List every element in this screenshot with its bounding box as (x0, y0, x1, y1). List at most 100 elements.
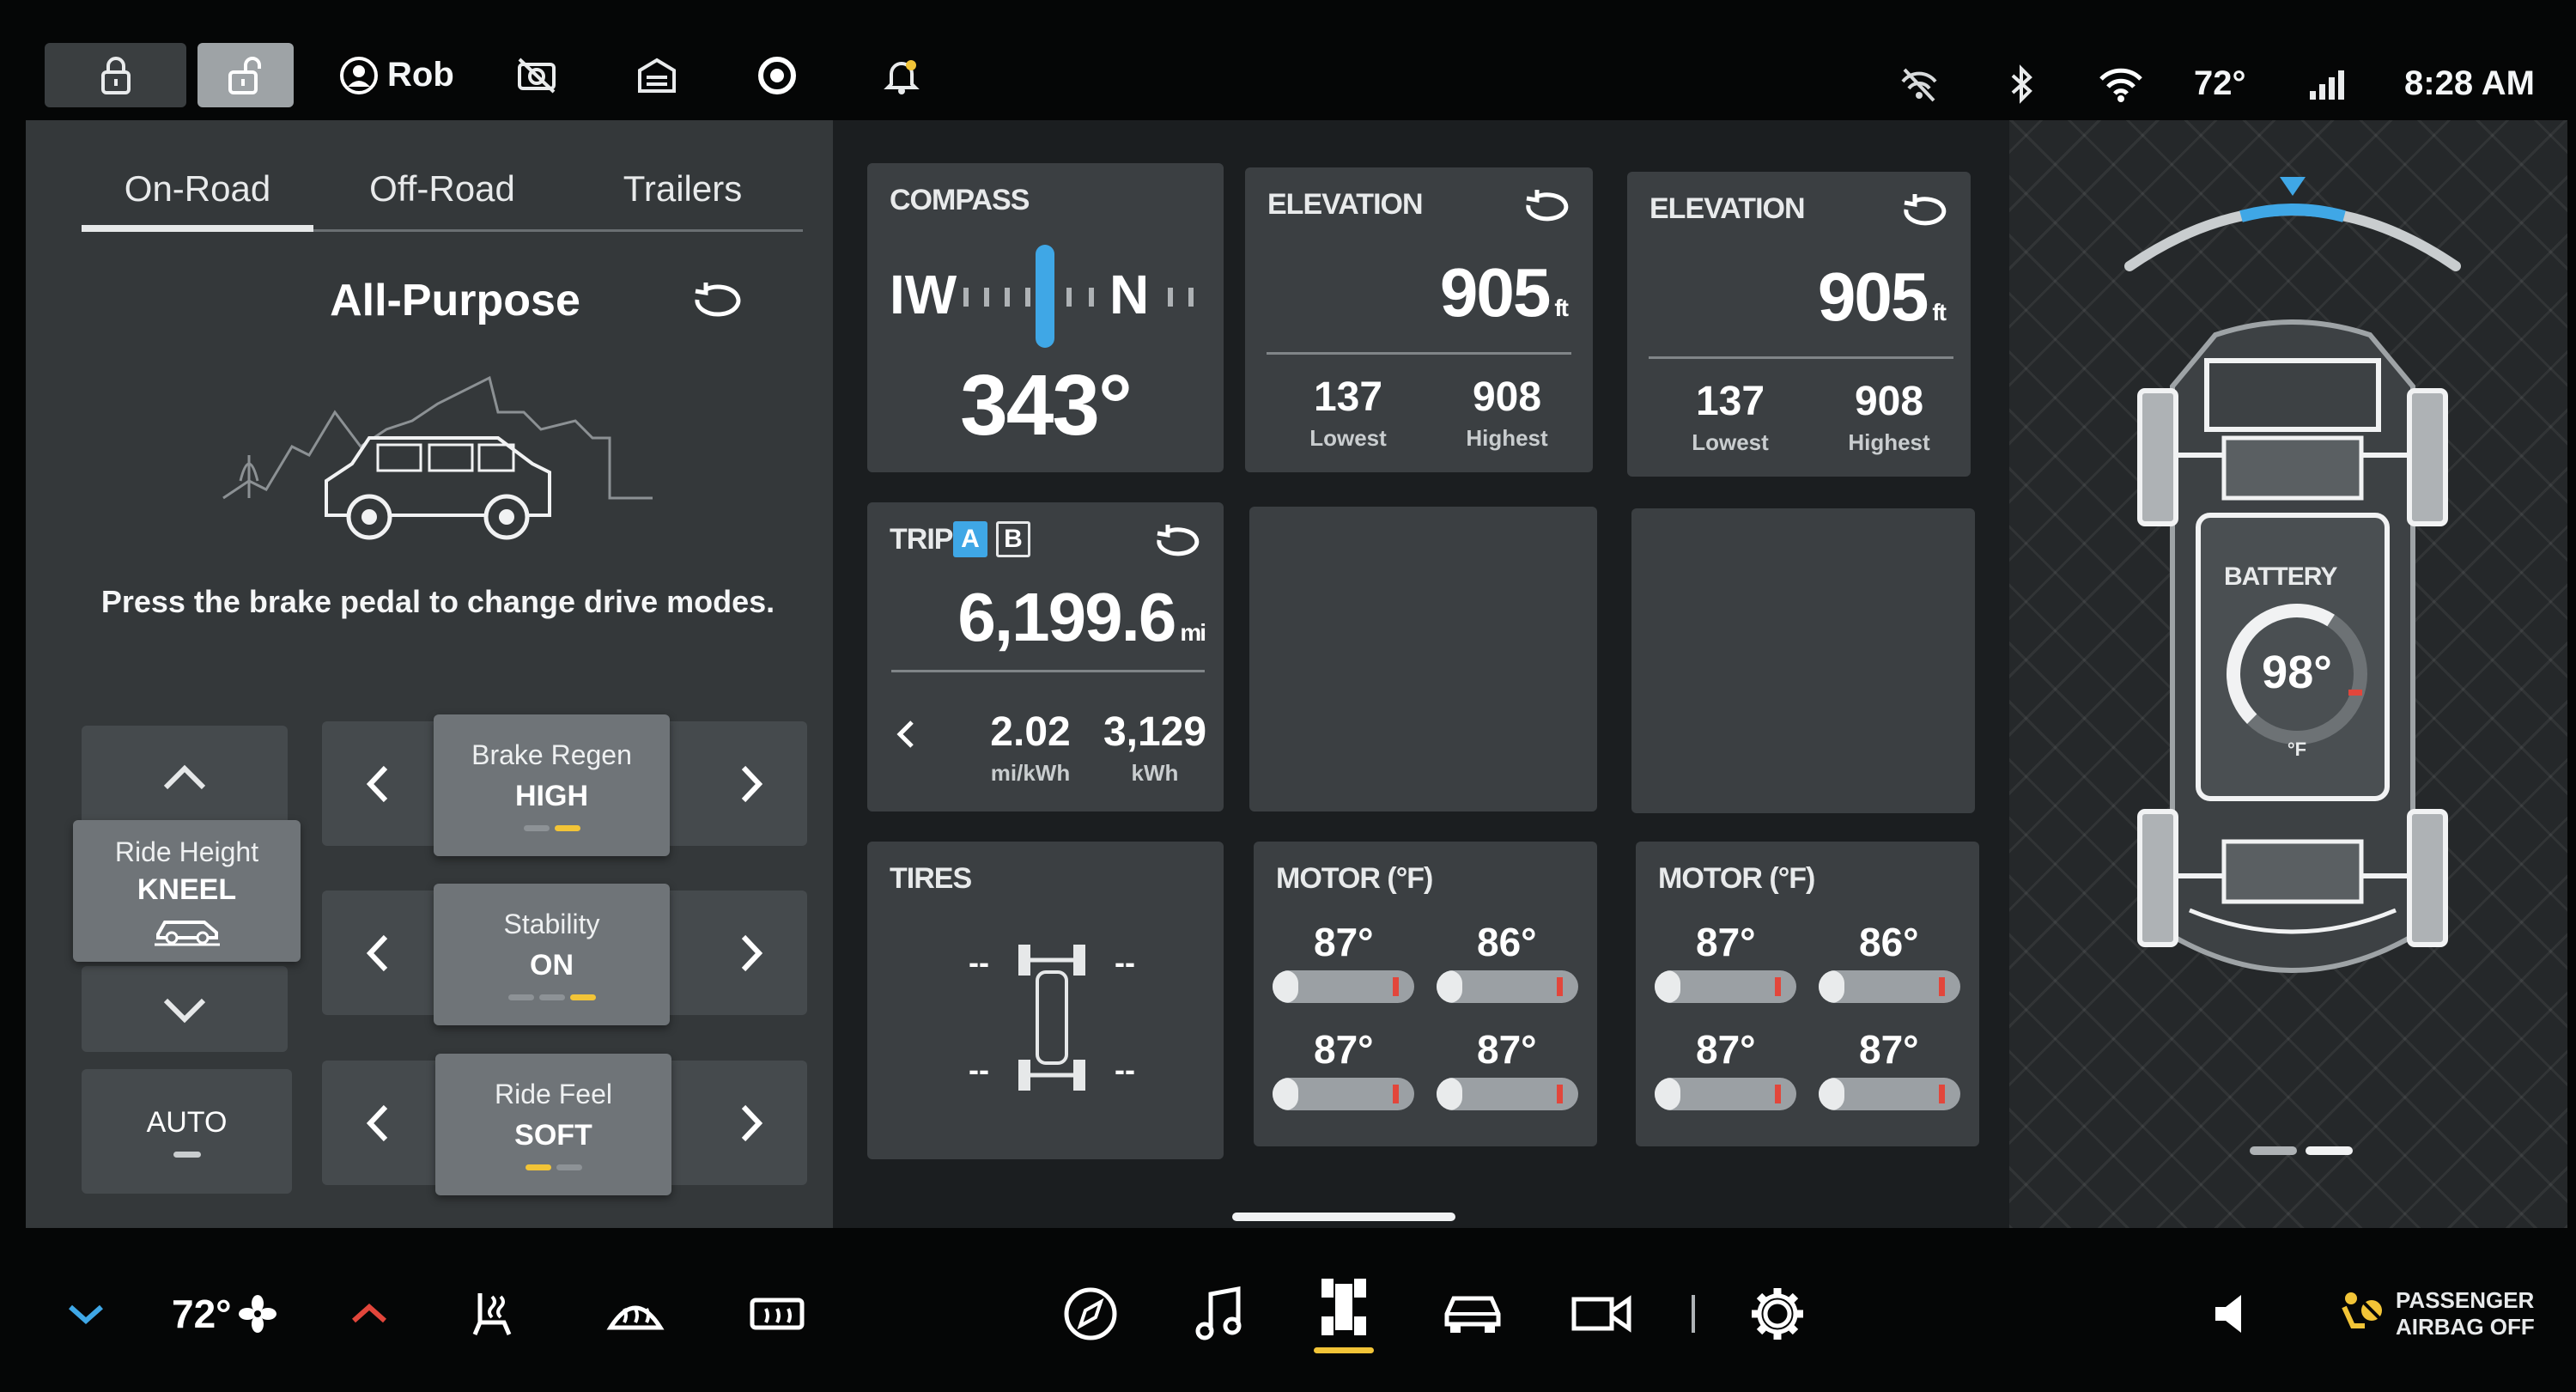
wifi-icon (2099, 68, 2142, 102)
trip-prev-button[interactable] (884, 708, 927, 760)
stability-prev-button[interactable] (322, 891, 434, 1015)
cabin-temperature[interactable]: 72° (172, 1280, 276, 1348)
nav-divider (1692, 1295, 1695, 1333)
trip-b-tab[interactable]: B (996, 521, 1030, 557)
reset-icon (695, 283, 741, 317)
stability-next-button[interactable] (696, 891, 807, 1015)
ride-height-down-button[interactable] (82, 966, 288, 1052)
empty-widget-slot[interactable] (1249, 507, 1597, 811)
ride-feel-prev-button[interactable] (322, 1061, 434, 1185)
garage-button[interactable] (627, 43, 687, 107)
brake-regen-control[interactable]: Brake Regen HIGH (434, 714, 670, 856)
ride-height-control[interactable]: Ride Height KNEEL (73, 820, 301, 962)
elevation-divider (1267, 352, 1571, 355)
car-icon (1444, 1296, 1501, 1333)
brake-regen-value: HIGH (515, 780, 588, 812)
garage-icon (638, 58, 676, 93)
elevation-widget-2[interactable]: ELEVATION 905 ft 137 Lowest 908 Highest (1627, 172, 1971, 477)
widgets-panel: COMPASS IW N 343° ELEVATION 905 ft 137 Lo… (833, 120, 2009, 1228)
trip-widget[interactable]: TRIP A B 6,199.6 mi 2.02 mi/kWh 3,129 kWh (867, 502, 1224, 811)
brake-regen-prev-button[interactable] (322, 721, 434, 846)
motor-temp-rear-left: 87° (1314, 1027, 1374, 1072)
trip-energy: 3,129 (1103, 709, 1207, 755)
seat-heat-button[interactable] (464, 1275, 524, 1352)
elevation-divider (1649, 356, 1953, 359)
rear-defrost-icon (750, 1298, 805, 1330)
tab-off-road[interactable]: Off-Road (331, 155, 554, 232)
compass-widget[interactable]: COMPASS IW N 343° (867, 163, 1224, 472)
elevation-lowest-label: Lowest (1692, 429, 1769, 455)
rear-defrost-button[interactable] (743, 1275, 811, 1352)
motor-temp-front-left: 87° (1314, 920, 1374, 964)
page-dot[interactable] (2250, 1146, 2297, 1155)
chevron-left-icon (366, 934, 388, 971)
ride-height-up-button[interactable] (82, 726, 288, 829)
trip-a-tab[interactable]: A (953, 521, 987, 557)
climate-expand-button[interactable] (60, 1288, 112, 1340)
compass-scale: IW N (890, 245, 1194, 348)
camera-button[interactable] (1563, 1275, 1640, 1352)
ride-height-auto-button[interactable]: AUTO (82, 1069, 292, 1194)
wifi-indicator (2091, 52, 2151, 116)
compass-needle (1036, 245, 1054, 348)
trip-reset-button[interactable] (1151, 523, 1206, 566)
level-pip (523, 825, 550, 831)
ride-feel-control[interactable]: Ride Feel SOFT (435, 1054, 671, 1195)
vehicle-button[interactable] (1434, 1275, 1511, 1352)
elevation-widget[interactable]: ELEVATION 905 ft 137 Lowest 908 Highest (1245, 167, 1593, 472)
ride-feel-next-button[interactable] (696, 1061, 807, 1185)
cellular-indicator (2301, 52, 2353, 116)
tab-trailers[interactable]: Trailers (571, 155, 794, 232)
chevron-right-icon (741, 934, 763, 971)
brake-regen-label: Brake Regen (471, 739, 632, 770)
ride-feel-level (525, 1164, 582, 1170)
compass-heading: 343° (960, 357, 1133, 453)
tire-front-left: -- (969, 945, 989, 980)
tab-on-road[interactable]: On-Road (82, 155, 313, 232)
elevation-lowest-value: 137 (1695, 379, 1765, 424)
tire-rear-right: -- (1115, 1052, 1135, 1087)
user-name: Rob (387, 56, 454, 94)
brake-regen-level (523, 825, 580, 831)
unlock-button[interactable] (197, 43, 294, 107)
steering-arc-indicator (2124, 177, 2461, 271)
drive-mode-name: All-Purpose (330, 276, 580, 325)
elevation-reset-button[interactable] (1898, 192, 1953, 235)
tires-widget[interactable]: TIRES -- -- -- -- (867, 842, 1224, 1159)
vehicle-controls-button[interactable] (1309, 1267, 1378, 1361)
elevation-reset-button[interactable] (1520, 188, 1575, 231)
elevation-highest-value: 908 (1854, 379, 1924, 424)
lock-button[interactable] (45, 43, 186, 107)
brake-regen-next-button[interactable] (696, 721, 807, 846)
motor-temp-widget[interactable]: MOTOR (°F) 87° 86° 87° 87° (1254, 842, 1597, 1146)
stability-level (507, 994, 596, 1000)
motor-title: MOTOR (°F) (1276, 862, 1433, 895)
volume-button[interactable] (2202, 1275, 2263, 1352)
home-indicator[interactable] (1232, 1213, 1455, 1221)
voice-assistant-button[interactable] (747, 43, 807, 107)
page-dot-active[interactable] (2306, 1146, 2353, 1155)
compass-title: COMPASS (890, 184, 1030, 216)
media-button[interactable] (1185, 1275, 1254, 1352)
mode-reset-button[interactable] (687, 279, 747, 331)
chevron-left-icon (366, 765, 388, 802)
temperature-up-button[interactable] (343, 1288, 395, 1340)
navigation-button[interactable] (1056, 1275, 1125, 1352)
battery-label: BATTERY (2224, 562, 2337, 591)
camera-off-icon (518, 58, 556, 93)
user-profile[interactable]: Rob (339, 43, 454, 107)
notifications-button[interactable] (872, 43, 932, 107)
motor-temp-widget-2[interactable]: MOTOR (°F) 87° 86° 87° 87° (1636, 842, 1979, 1146)
stability-label: Stability (503, 909, 600, 939)
settings-button[interactable] (1739, 1275, 1816, 1352)
drive-modes-panel: On-Road Off-Road Trailers All-Purpose Pr… (26, 120, 833, 1228)
camera-off-button[interactable] (507, 43, 567, 107)
bluetooth-indicator (2001, 52, 2044, 116)
motor-title: MOTOR (°F) (1658, 862, 1815, 895)
stability-control[interactable]: Stability ON (434, 884, 670, 1025)
motor-temp-front-right: 86° (1477, 920, 1537, 964)
front-defrost-button[interactable] (601, 1275, 670, 1352)
auto-indicator (173, 1151, 201, 1158)
empty-widget-slot[interactable] (1631, 508, 1975, 813)
bottom-bar: 72° PASSENGER AIRBAG OFF (0, 1228, 2576, 1392)
